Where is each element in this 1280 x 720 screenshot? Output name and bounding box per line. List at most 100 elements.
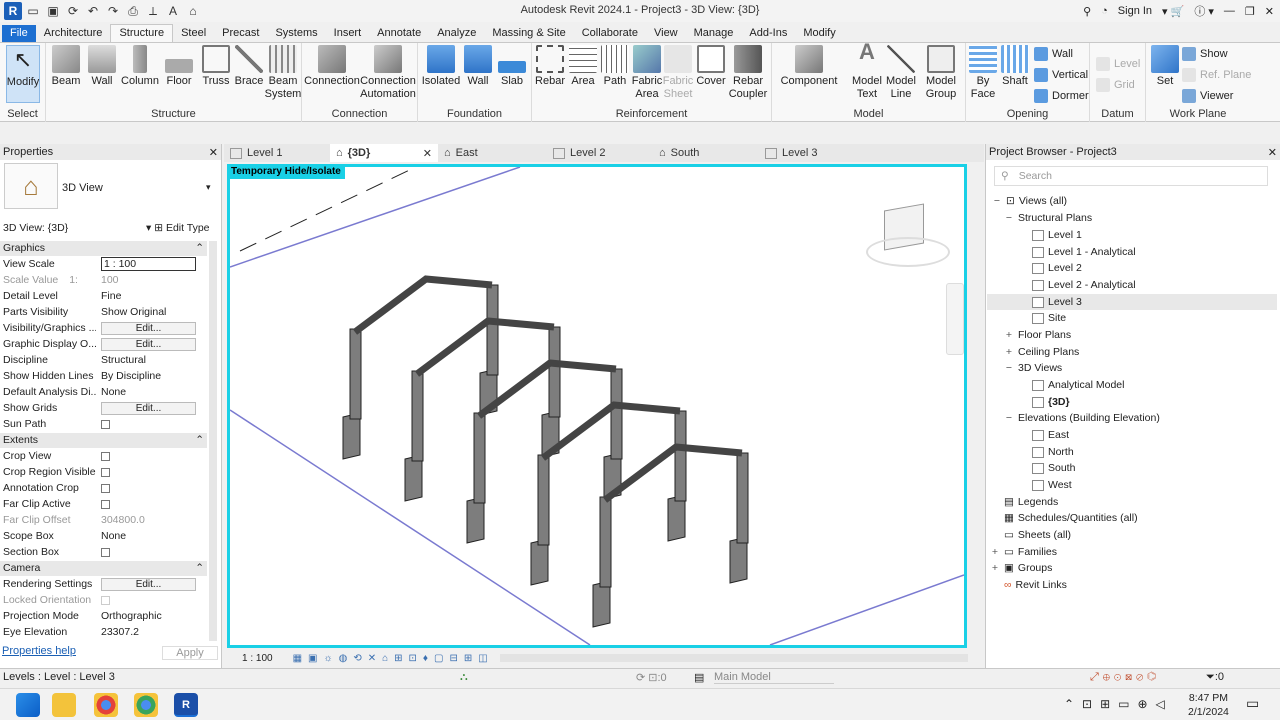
isolated-button[interactable]: Isolated [422,45,460,88]
tree-node-floor-plans[interactable]: + Floor Plans [1004,329,1071,341]
show-grids-edit-button[interactable]: Edit... [101,401,196,415]
component-button[interactable]: Component [776,45,842,88]
section-extents[interactable]: Extents ⌃ [0,433,207,448]
tree-node-level-3[interactable]: Level 3 [987,294,1277,310]
connection-button[interactable]: Connection [304,45,360,88]
notifications-icon[interactable]: ▭ [1246,695,1259,712]
view-tab-south[interactable]: ⌂ South [653,144,759,162]
chrome-profile-icon[interactable] [134,693,158,717]
design-options-icon[interactable]: ⟳ ⊡:0 [636,671,667,684]
tree-node-level-2-analytical[interactable]: Level 2 - Analytical [1032,279,1136,291]
section-box-checkbox[interactable] [101,547,110,557]
viewer-button[interactable]: Viewer [1182,89,1233,103]
tree-node-schedules[interactable]: ▦ Schedules/Quantities (all) [1004,512,1138,524]
edit-type-button[interactable]: ▾ ⊞ Edit Type [146,222,210,234]
type-selector[interactable]: 3D View [62,182,103,194]
tab-view[interactable]: View [646,25,686,42]
tree-node-north[interactable]: North [1032,446,1074,458]
revit-taskbar-icon[interactable]: R [174,693,198,717]
tree-node-elevations[interactable]: − Elevations (Building Elevation) [1004,412,1160,424]
tab-add-ins[interactable]: Add-Ins [741,25,795,42]
help-icon[interactable]: ⓘ ▾ [1194,3,1214,19]
prop-row[interactable]: Projection Mode Orthographic [3,608,207,624]
close-properties-icon[interactable]: ✕ [209,146,218,159]
view-tab-level-2[interactable]: Level 2 [547,144,653,162]
view-tab-level-1[interactable]: Level 1 [224,144,330,162]
model-group-button[interactable]: Model Group [922,45,960,101]
tree-node-3d[interactable]: {3D} [1032,396,1070,408]
tab-structure[interactable]: Structure [110,24,174,42]
tab-precast[interactable]: Precast [214,25,267,42]
column-button[interactable]: Column [121,45,159,88]
tab-modify[interactable]: Modify [795,25,843,42]
rebar-coupler-button[interactable]: Rebar Coupler [728,45,768,101]
rendering-settings-edit-button[interactable]: Edit... [101,577,196,591]
ref-plane-button[interactable]: Ref. Plane [1182,68,1251,82]
tab-systems[interactable]: Systems [267,25,325,42]
horizontal-scrollbar[interactable] [499,654,968,662]
tab-analyze[interactable]: Analyze [429,25,484,42]
tab-manage[interactable]: Manage [686,25,742,42]
binoculars-icon[interactable]: ⚲ [1083,5,1091,18]
graphic-display-edit-button[interactable]: Edit... [101,337,196,351]
navigation-bar[interactable] [946,283,964,355]
tab-insert[interactable]: Insert [326,25,370,42]
far-clip-active-checkbox[interactable] [101,499,110,509]
level-button[interactable]: Level [1096,57,1140,71]
tree-node-east[interactable]: East [1032,429,1069,441]
group-label-reinforcement[interactable]: Reinforcement [532,108,771,120]
modify-button[interactable]: ↖ Modify [6,45,40,103]
tab-architecture[interactable]: Architecture [36,25,111,42]
prop-row[interactable]: Default Analysis Di... None [3,384,207,400]
rebar-button[interactable]: Rebar [534,45,566,88]
tree-node-structural-plans[interactable]: − Structural Plans [1004,212,1092,224]
close-browser-icon[interactable]: ✕ [1268,146,1277,159]
tree-node-level-1-analytical[interactable]: Level 1 - Analytical [1032,246,1136,258]
visibility-graphics-edit-button[interactable]: Edit... [101,321,196,335]
group-label-connection[interactable]: Connection [302,108,417,120]
windows-start-icon[interactable] [16,693,40,717]
filter-icon[interactable]: ⏷:0 [1206,671,1224,684]
tab-massing-site[interactable]: Massing & Site [484,25,573,42]
tree-node-sheets[interactable]: ▭ Sheets (all) [1004,529,1071,541]
close-window-button[interactable]: ✕ [1265,5,1274,18]
cart-icon[interactable]: ▾ 🛒 [1162,5,1184,18]
view-control-icons[interactable]: ▦▣☼◍⟲✕⌂⊞⊡♦▢⊟⊞◫ [293,653,494,664]
clock[interactable]: 8:47 PM 2/1/2024 [1188,691,1229,719]
tab-file[interactable]: File [2,25,36,42]
model-line-button[interactable]: Model Line [884,45,918,101]
tree-node-ceiling-plans[interactable]: + Ceiling Plans [1004,346,1079,358]
tree-node-3d-views[interactable]: −3D Views [1004,362,1062,374]
prop-row[interactable]: Parts Visibility Show Original [3,304,207,320]
selection-toggle-icons[interactable]: ⤢⊕⊙⊠⊘⌬ [1090,671,1160,684]
cover-button[interactable]: Cover [696,45,726,88]
close-tab-icon[interactable]: ✕ [423,147,432,160]
crop-region-visible-checkbox[interactable] [101,467,110,477]
section-camera[interactable]: Camera ⌃ [0,561,207,576]
tree-node-analytical-model[interactable]: Analytical Model [1032,379,1124,391]
instance-filter[interactable]: 3D View: {3D} [3,222,68,234]
brace-button[interactable]: Brace [234,45,264,88]
show-workplane-button[interactable]: Show [1182,47,1228,61]
section-graphics[interactable]: Graphics ⌃ [0,241,207,256]
apply-button[interactable]: Apply [162,646,218,660]
chrome-icon[interactable] [94,693,118,717]
tab-collaborate[interactable]: Collaborate [574,25,646,42]
file-explorer-icon[interactable] [52,693,76,717]
view-cube-compass[interactable] [866,237,950,267]
dormer-button[interactable]: Dormer [1034,89,1089,103]
tab-steel[interactable]: Steel [173,25,214,42]
fabric-area-button[interactable]: Fabric Area [632,45,662,101]
sun-path-checkbox[interactable] [101,419,110,429]
vertical-opening-button[interactable]: Vertical [1034,68,1088,82]
tree-node-views-all[interactable]: − ⊡ Views (all) [992,195,1067,207]
tree-node-level-2[interactable]: Level 2 [1032,262,1082,274]
tree-node-site[interactable]: Site [1032,312,1066,324]
fabric-sheet-button[interactable]: Fabric Sheet [662,45,694,101]
set-button[interactable]: Set [1150,45,1180,88]
connection-automation-button[interactable]: Connection Automation [360,45,416,101]
group-label-select[interactable]: Select [0,108,45,120]
drawing-canvas[interactable] [227,164,967,648]
beam-system-button[interactable]: Beam System [265,45,301,101]
shaft-button[interactable]: Shaft [1000,45,1030,88]
